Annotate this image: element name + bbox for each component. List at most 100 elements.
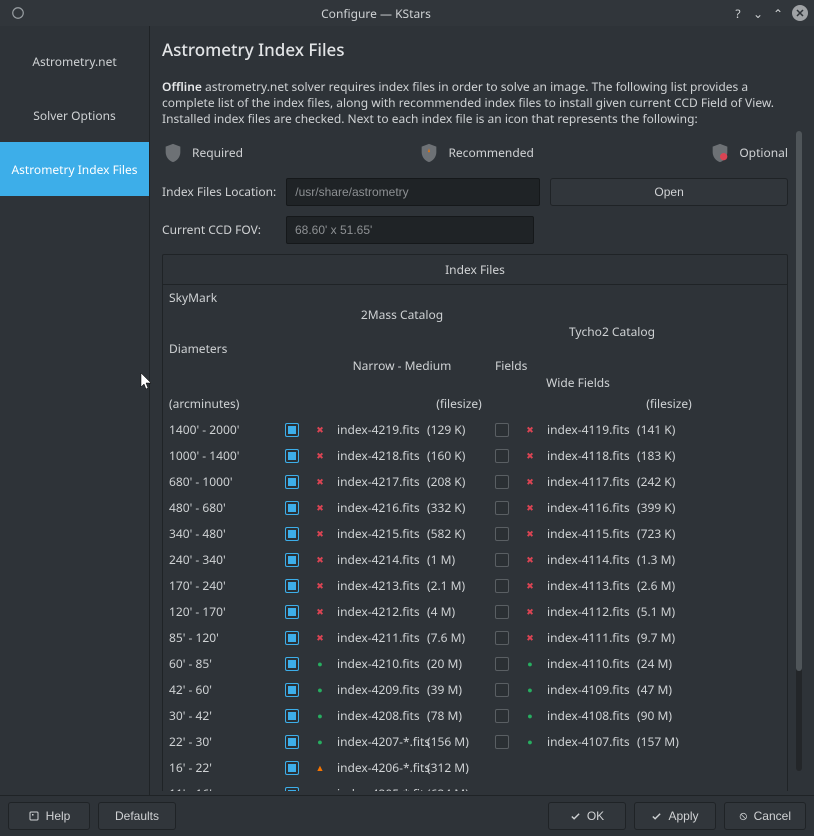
open-button[interactable]: Open [550,178,788,206]
table-header: Diameters Narrow - Medium Fields Wide Fi… [169,340,781,391]
legend-recommended-label: Recommended [448,144,533,161]
table-row: 22' - 30' ● index-4207-*.fits (156 M) ● … [169,729,781,755]
apply-button[interactable]: Apply [634,802,716,830]
status-x-icon: ✖ [313,449,327,463]
fov-label: Current CCD FOV: [162,221,276,238]
footer: Help Defaults OK Apply Cancel [0,795,814,836]
shield-optional-icon [709,142,731,164]
chevron-down-icon[interactable]: ⌄ [750,5,766,21]
status-ok-icon: ● [523,735,537,749]
status-x-icon: ✖ [523,579,537,593]
status-warn-icon: ▲ [313,761,327,775]
checkbox-2mass[interactable] [285,761,299,775]
checkbox-tycho[interactable] [495,475,509,489]
index-files-panel: Index Files SkyMark 2Mass Catalog Tycho2… [162,254,788,791]
defaults-button[interactable]: Defaults [98,802,176,830]
status-x-icon: ✖ [313,501,327,515]
status-x-icon: ✖ [523,475,537,489]
checkbox-tycho[interactable] [495,501,509,515]
status-ok-icon: ● [523,657,537,671]
status-ok-icon: ● [313,657,327,671]
table-header: (arcminutes) (filesize) (filesize) [169,391,781,417]
status-ok-icon: ● [313,735,327,749]
help-button[interactable]: Help [8,802,90,830]
status-ok-icon: ● [523,709,537,723]
table-row: 340' - 480' ✖ index-4215.fits (582 K) ✖ … [169,521,781,547]
cancel-button[interactable]: Cancel [724,802,806,830]
ok-button[interactable]: OK [548,802,626,830]
status-x-icon: ✖ [313,475,327,489]
main-panel: Astrometry Index Files Offline astrometr… [150,26,814,795]
status-x-icon: ✖ [523,631,537,645]
status-ok-icon: ● [313,709,327,723]
checkbox-2mass[interactable] [285,605,299,619]
legend-required-label: Required [192,144,243,161]
checkbox-2mass[interactable] [285,631,299,645]
sidebar-item-2[interactable]: Astrometry Index Files [0,142,149,196]
checkbox-tycho[interactable] [495,553,509,567]
status-x-icon: ✖ [313,631,327,645]
checkbox-2mass[interactable] [285,449,299,463]
checkbox-2mass[interactable] [285,553,299,567]
status-x-icon: ✖ [313,579,327,593]
fov-input[interactable] [286,216,534,244]
checkbox-tycho[interactable] [495,527,509,541]
table-row: 120' - 170' ✖ index-4212.fits (4 M) ✖ in… [169,599,781,625]
table-row: 60' - 85' ● index-4210.fits (20 M) ● ind… [169,651,781,677]
sidebar: Astrometry.netSolver OptionsAstrometry I… [0,26,150,795]
help-icon[interactable]: ? [730,5,746,21]
shield-required-icon [162,142,184,164]
status-warn-icon: ▲ [313,787,327,791]
table-row: 680' - 1000' ✖ index-4217.fits (208 K) ✖… [169,469,781,495]
table-row: 42' - 60' ● index-4209.fits (39 M) ● ind… [169,677,781,703]
shield-recommended-icon [418,142,440,164]
checkbox-2mass[interactable] [285,579,299,593]
status-x-icon: ✖ [313,605,327,619]
checkbox-2mass[interactable] [285,735,299,749]
status-x-icon: ✖ [523,501,537,515]
status-x-icon: ✖ [313,553,327,567]
table-row: 11' - 16' ▲ index-4205-*.fits (624 M) [169,781,781,791]
table-row: 30' - 42' ● index-4208.fits (78 M) ● ind… [169,703,781,729]
legend-row: Required Recommended Optional [162,142,802,164]
table-row: 85' - 120' ✖ index-4211.fits (7.6 M) ✖ i… [169,625,781,651]
app-icon [10,5,26,21]
sidebar-item-0[interactable]: Astrometry.net [0,34,149,88]
table-row: 1400' - 2000' ✖ index-4219.fits (129 K) … [169,417,781,443]
status-x-icon: ✖ [523,527,537,541]
checkbox-2mass[interactable] [285,787,299,791]
panel-title: Index Files [163,255,787,285]
status-x-icon: ✖ [523,449,537,463]
checkbox-tycho[interactable] [495,683,509,697]
checkbox-tycho[interactable] [495,605,509,619]
checkbox-2mass[interactable] [285,527,299,541]
table-row: 16' - 22' ▲ index-4206-*.fits (312 M) [169,755,781,781]
checkbox-2mass[interactable] [285,475,299,489]
table-row: 240' - 340' ✖ index-4214.fits (1 M) ✖ in… [169,547,781,573]
checkbox-tycho[interactable] [495,579,509,593]
chevron-up-icon[interactable]: ⌃ [770,5,786,21]
checkbox-tycho[interactable] [495,631,509,645]
desc-text: astrometry.net solver requires index fil… [162,79,774,127]
location-input[interactable] [286,178,540,206]
checkbox-2mass[interactable] [285,657,299,671]
status-ok-icon: ● [313,683,327,697]
checkbox-2mass[interactable] [285,501,299,515]
scrollbar[interactable] [796,131,802,771]
scrollbar-thumb[interactable] [796,131,802,671]
desc-bold: Offline [162,79,202,95]
checkbox-tycho[interactable] [495,657,509,671]
checkbox-tycho[interactable] [495,423,509,437]
status-x-icon: ✖ [313,527,327,541]
page-title: Astrometry Index Files [162,38,802,61]
sidebar-item-1[interactable]: Solver Options [0,88,149,142]
table-row: 480' - 680' ✖ index-4216.fits (332 K) ✖ … [169,495,781,521]
status-x-icon: ✖ [313,423,327,437]
checkbox-tycho[interactable] [495,709,509,723]
close-icon[interactable]: ✕ [792,5,808,21]
checkbox-tycho[interactable] [495,735,509,749]
checkbox-2mass[interactable] [285,709,299,723]
checkbox-2mass[interactable] [285,423,299,437]
checkbox-2mass[interactable] [285,683,299,697]
checkbox-tycho[interactable] [495,449,509,463]
